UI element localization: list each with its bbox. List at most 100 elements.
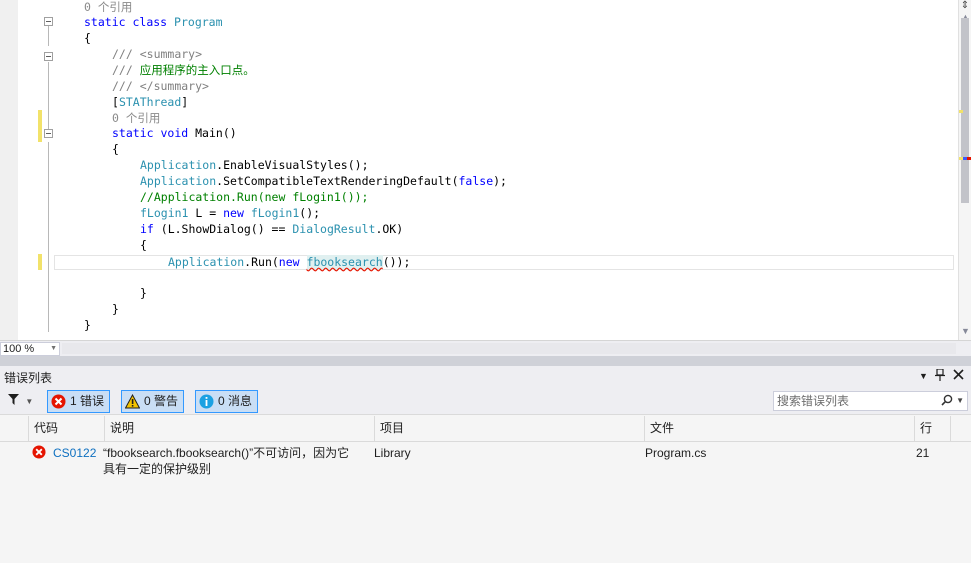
method-call: .SetCompatibleTextRenderingDefault( [216, 174, 459, 188]
error-list-toolbar: ▼ 1 错误 0 警告 0 消息 搜索错误列表 ▼ [0, 387, 971, 415]
column-header-project[interactable]: 项目 [374, 416, 644, 441]
error-list-rows: CS0122 “fbooksearch.fbooksearch()”不可访问，因… [0, 442, 971, 563]
column-header-spacer [950, 416, 971, 441]
doc-comment-tag: </summary> [139, 79, 209, 93]
type-name: Application [140, 158, 217, 172]
class-name: Program [174, 15, 223, 29]
change-marker [959, 110, 963, 113]
keyword: new [278, 255, 300, 269]
error-code-link[interactable]: CS0122 [53, 445, 96, 461]
brace: { [112, 142, 119, 156]
error-project: Library [374, 446, 411, 460]
variable-declaration: L = [188, 206, 224, 220]
keyword: void [160, 126, 189, 140]
error-squiggle-token[interactable]: fbooksearch [306, 255, 383, 269]
method-call: .EnableVisualStyles(); [216, 158, 369, 172]
keyword: false [458, 174, 494, 188]
vertical-scrollbar[interactable]: ⇕ ▲ ▼ [958, 0, 971, 340]
reference-count[interactable]: 0 个引用 [84, 0, 132, 14]
table-row[interactable]: CS0122 “fbooksearch.fbooksearch()”不可访问，因… [0, 442, 971, 478]
brace: { [84, 31, 91, 45]
type-name: fLogin1 [250, 206, 300, 220]
collapse-summary-button[interactable] [44, 52, 53, 61]
warning-icon [125, 394, 140, 409]
column-header-label: 项目 [380, 421, 405, 435]
keyword: if [140, 222, 154, 236]
scroll-down-arrow[interactable]: ▼ [961, 326, 970, 336]
error-list-panel: 错误列表 ▼ ▼ 1 错误 0 警告 0 消息 搜索错误列表 ▼ 代码 说明 项… [0, 366, 971, 563]
warnings-count-label: 0 警告 [144, 394, 179, 408]
change-marker [38, 254, 42, 270]
search-icon[interactable] [941, 393, 953, 411]
chevron-down-icon: ▼ [25, 397, 34, 406]
chevron-down-icon[interactable]: ▼ [956, 392, 964, 410]
horizontal-scrollbar[interactable] [62, 343, 956, 354]
collapse-method-button[interactable] [44, 129, 53, 138]
column-header-label: 代码 [34, 421, 59, 435]
messages-count-label: 0 消息 [218, 394, 253, 408]
line-comment: //Application.Run(new fLogin1()); [140, 190, 369, 204]
error-marker [967, 157, 971, 160]
type-name: Application [140, 174, 217, 188]
brace: } [140, 286, 147, 300]
doc-comment-tag: <summary> [139, 47, 203, 61]
chevron-down-icon: ▼ [50, 345, 57, 352]
keyword: class [132, 15, 168, 29]
filter-dropdown[interactable]: ▼ [8, 393, 33, 407]
errors-count-label: 1 错误 [70, 394, 105, 408]
panel-titlebar: 错误列表 ▼ [0, 366, 971, 387]
error-description: 具有一定的保护级别 [103, 462, 212, 476]
column-header-label: 说明 [110, 421, 135, 435]
info-icon [199, 394, 214, 409]
outline-line [48, 62, 49, 130]
errors-filter-button[interactable]: 1 错误 [47, 390, 111, 413]
window-menu-dropdown-icon[interactable]: ▼ [919, 371, 928, 381]
error-line: 21 [916, 446, 930, 460]
condition: (L.ShowDialog() == [153, 222, 293, 236]
outline-line [48, 142, 49, 332]
type-name: Application [168, 255, 245, 269]
punctuation: (); [299, 206, 321, 220]
method-call: .Run( [244, 255, 279, 269]
messages-filter-button[interactable]: 0 消息 [195, 390, 259, 413]
split-icon[interactable]: ⇕ [960, 1, 970, 11]
warnings-filter-button[interactable]: 0 警告 [121, 390, 185, 413]
error-file: Program.cs [645, 446, 707, 460]
zoom-value: 100 % [3, 343, 35, 355]
attribute-bracket: [ [112, 95, 119, 109]
collapse-class-button[interactable] [44, 17, 53, 26]
column-header-code[interactable]: 代码 [28, 416, 104, 441]
column-header-label: 行 [920, 421, 933, 435]
condition: .OK) [375, 222, 404, 236]
keyword: new [223, 206, 244, 220]
reference-count[interactable]: 0 个引用 [112, 111, 160, 125]
pin-icon[interactable] [935, 368, 945, 384]
search-error-list-input[interactable]: 搜索错误列表 ▼ [773, 391, 968, 411]
punctuation: ()); [382, 255, 411, 269]
error-icon [51, 394, 66, 409]
outline-line [48, 26, 49, 46]
column-header-line[interactable]: 行 [914, 416, 950, 441]
column-header-description[interactable]: 说明 [104, 416, 374, 441]
brace: } [112, 302, 119, 316]
close-icon[interactable] [953, 369, 964, 383]
doc-comment-text: 应用程序的主入口点。 [139, 63, 255, 77]
error-description: “fbooksearch.fbooksearch()”不可访问，因为它 [103, 446, 350, 460]
column-header-label: 文件 [650, 421, 675, 435]
editor-gutter [0, 0, 18, 340]
panel-title: 错误列表 [4, 371, 53, 385]
brace: { [140, 238, 147, 252]
brace: } [84, 318, 91, 332]
attribute-bracket: ] [181, 95, 189, 109]
zoom-dropdown[interactable]: 100 % ▼ [0, 342, 60, 356]
doc-comment-slashes: /// [112, 79, 133, 93]
doc-comment-slashes: /// [112, 47, 133, 61]
column-header-file[interactable]: 文件 [644, 416, 914, 441]
error-list-header: 代码 说明 项目 文件 行 [0, 416, 971, 442]
filter-icon [8, 394, 19, 405]
error-icon [32, 445, 46, 459]
panel-splitter[interactable] [0, 356, 971, 366]
editor-bottom-bar: 100 % ▼ [0, 340, 971, 356]
change-marker [38, 110, 42, 142]
code-editor[interactable]: 0 个引用 static class Program { /// <summar… [0, 0, 971, 340]
